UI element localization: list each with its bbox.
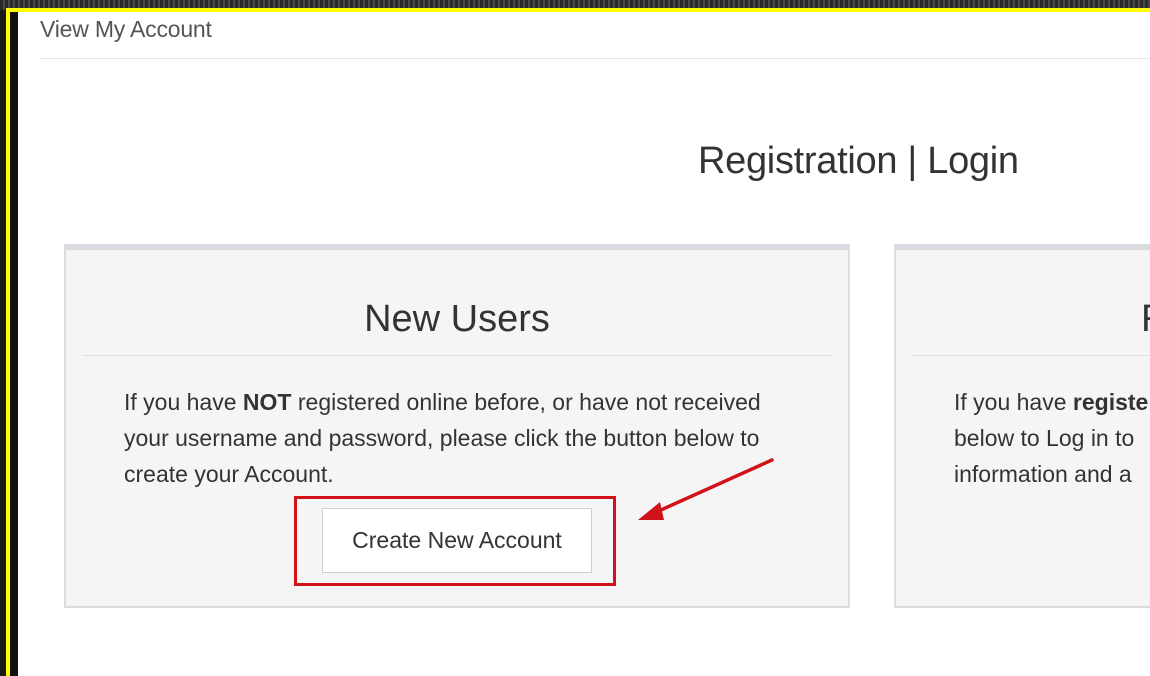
breadcrumb-divider [40, 58, 1150, 59]
desc-line-3: information and a [954, 461, 1132, 487]
desc-emphasis: NOT [242, 389, 292, 415]
card-divider [912, 355, 1150, 356]
desc-prefix: If you have [124, 389, 243, 415]
existing-users-description: If you have registe below to Log in to inf… [954, 384, 1150, 492]
desc-emphasis: registe [1072, 389, 1149, 415]
existing-users-title: R [1141, 298, 1150, 341]
create-new-account-button[interactable]: Create New Account [322, 508, 592, 573]
card-divider [82, 355, 832, 356]
existing-users-card: R If you have registe below to Log in to i… [894, 244, 1150, 608]
frame-left-edge [10, 12, 18, 676]
browser-viewport: View My Account Registration | Login New… [6, 8, 1150, 676]
breadcrumb[interactable]: View My Account [40, 16, 212, 43]
new-users-title: New Users [364, 298, 550, 340]
page-title: Registration | Login [698, 140, 1019, 182]
desc-line-2: below to Log in to [954, 425, 1135, 451]
annotation-arrow-icon [638, 458, 774, 520]
desc-prefix: If you have [954, 389, 1073, 415]
